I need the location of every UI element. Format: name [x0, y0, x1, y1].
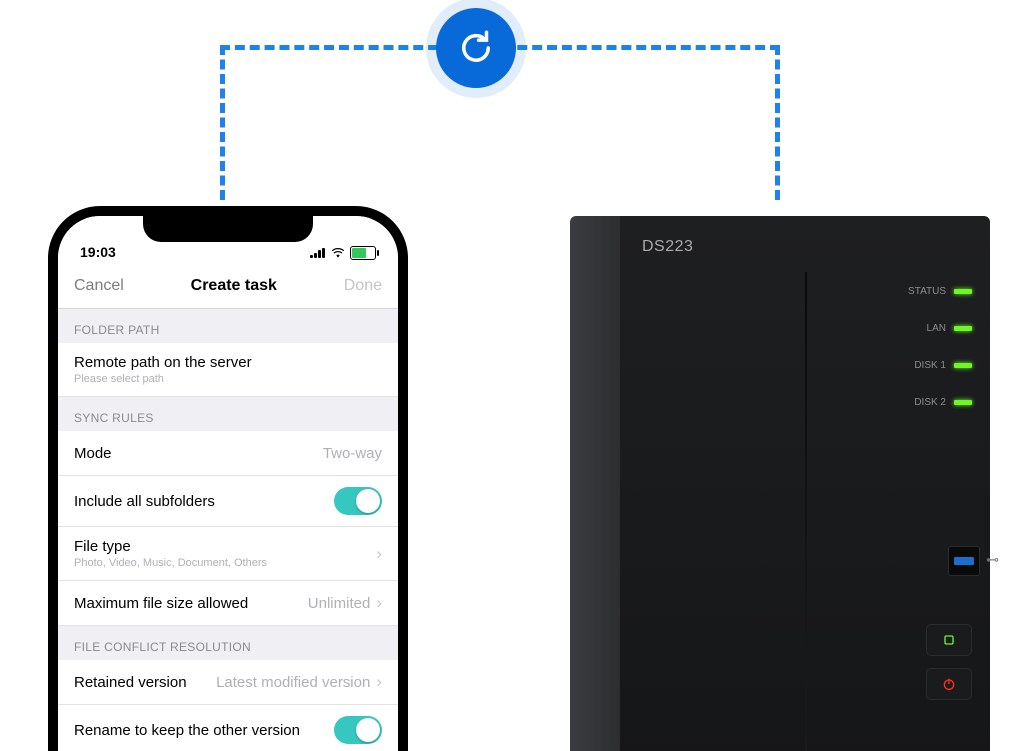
- chevron-right-icon: ›: [376, 593, 382, 613]
- row-title: Mode: [74, 445, 112, 462]
- row-title: File type: [74, 538, 267, 555]
- phone-device: 19:03 Cancel Create task Done FOLDER PAT…: [48, 206, 408, 751]
- sync-icon: [436, 8, 516, 88]
- led-disk2: DISK 2: [908, 397, 972, 408]
- row-title: Retained version: [74, 674, 187, 691]
- row-retained-version[interactable]: Retained version Latest modified version…: [58, 660, 398, 705]
- section-label-folder: FOLDER PATH: [58, 309, 398, 343]
- row-title: Rename to keep the other version: [74, 722, 300, 739]
- signal-icon: [310, 248, 326, 258]
- wifi-icon: [331, 248, 345, 258]
- row-value: Unlimited: [308, 595, 371, 612]
- chevron-right-icon: ›: [376, 544, 382, 564]
- copy-button[interactable]: [926, 624, 972, 656]
- led-dot-icon: [954, 326, 972, 331]
- chevron-right-icon: ›: [376, 672, 382, 692]
- power-button[interactable]: [926, 668, 972, 700]
- row-file-type[interactable]: File type Photo, Video, Music, Document,…: [58, 527, 398, 581]
- phone-notch: [143, 216, 313, 242]
- row-include-subfolders: Include all subfolders: [58, 476, 398, 527]
- section-label-conflict: FILE CONFLICT RESOLUTION: [58, 626, 398, 660]
- toggle-rename[interactable]: [334, 716, 382, 744]
- row-title: Remote path on the server: [74, 354, 252, 371]
- row-hint: Photo, Video, Music, Document, Others: [74, 557, 267, 569]
- usb-port[interactable]: [948, 546, 980, 576]
- form-content[interactable]: FOLDER PATH Remote path on the server Pl…: [58, 309, 398, 751]
- row-hint: Please select path: [74, 373, 252, 385]
- row-title: Maximum file size allowed: [74, 595, 248, 612]
- usb-icon: ⊷: [986, 552, 999, 568]
- row-title: Include all subfolders: [74, 493, 215, 510]
- led-dot-icon: [954, 400, 972, 405]
- toggle-subfolders[interactable]: [334, 487, 382, 515]
- nas-model-label: DS223: [642, 238, 693, 256]
- battery-icon: [350, 246, 376, 260]
- cancel-button[interactable]: Cancel: [74, 277, 124, 295]
- row-rename-keep: Rename to keep the other version: [58, 705, 398, 751]
- section-label-rules: SYNC RULES: [58, 397, 398, 431]
- led-status: STATUS: [908, 286, 972, 297]
- led-dot-icon: [954, 289, 972, 294]
- led-lan: LAN: [908, 323, 972, 334]
- row-mode[interactable]: Mode Two-way: [58, 431, 398, 476]
- row-value: Latest modified version: [216, 674, 370, 691]
- nas-device: DS223 STATUS LAN DISK 1 DISK 2 ⊷: [570, 216, 990, 751]
- modal-navbar: Cancel Create task Done: [58, 264, 398, 309]
- status-time: 19:03: [80, 244, 116, 260]
- row-value: Two-way: [323, 445, 382, 462]
- modal-title: Create task: [191, 277, 277, 295]
- done-button[interactable]: Done: [344, 277, 382, 295]
- row-remote-path[interactable]: Remote path on the server Please select …: [58, 343, 398, 397]
- row-maximum-size[interactable]: Maximum file size allowed Unlimited ›: [58, 581, 398, 626]
- led-disk1: DISK 1: [908, 360, 972, 371]
- led-dot-icon: [954, 363, 972, 368]
